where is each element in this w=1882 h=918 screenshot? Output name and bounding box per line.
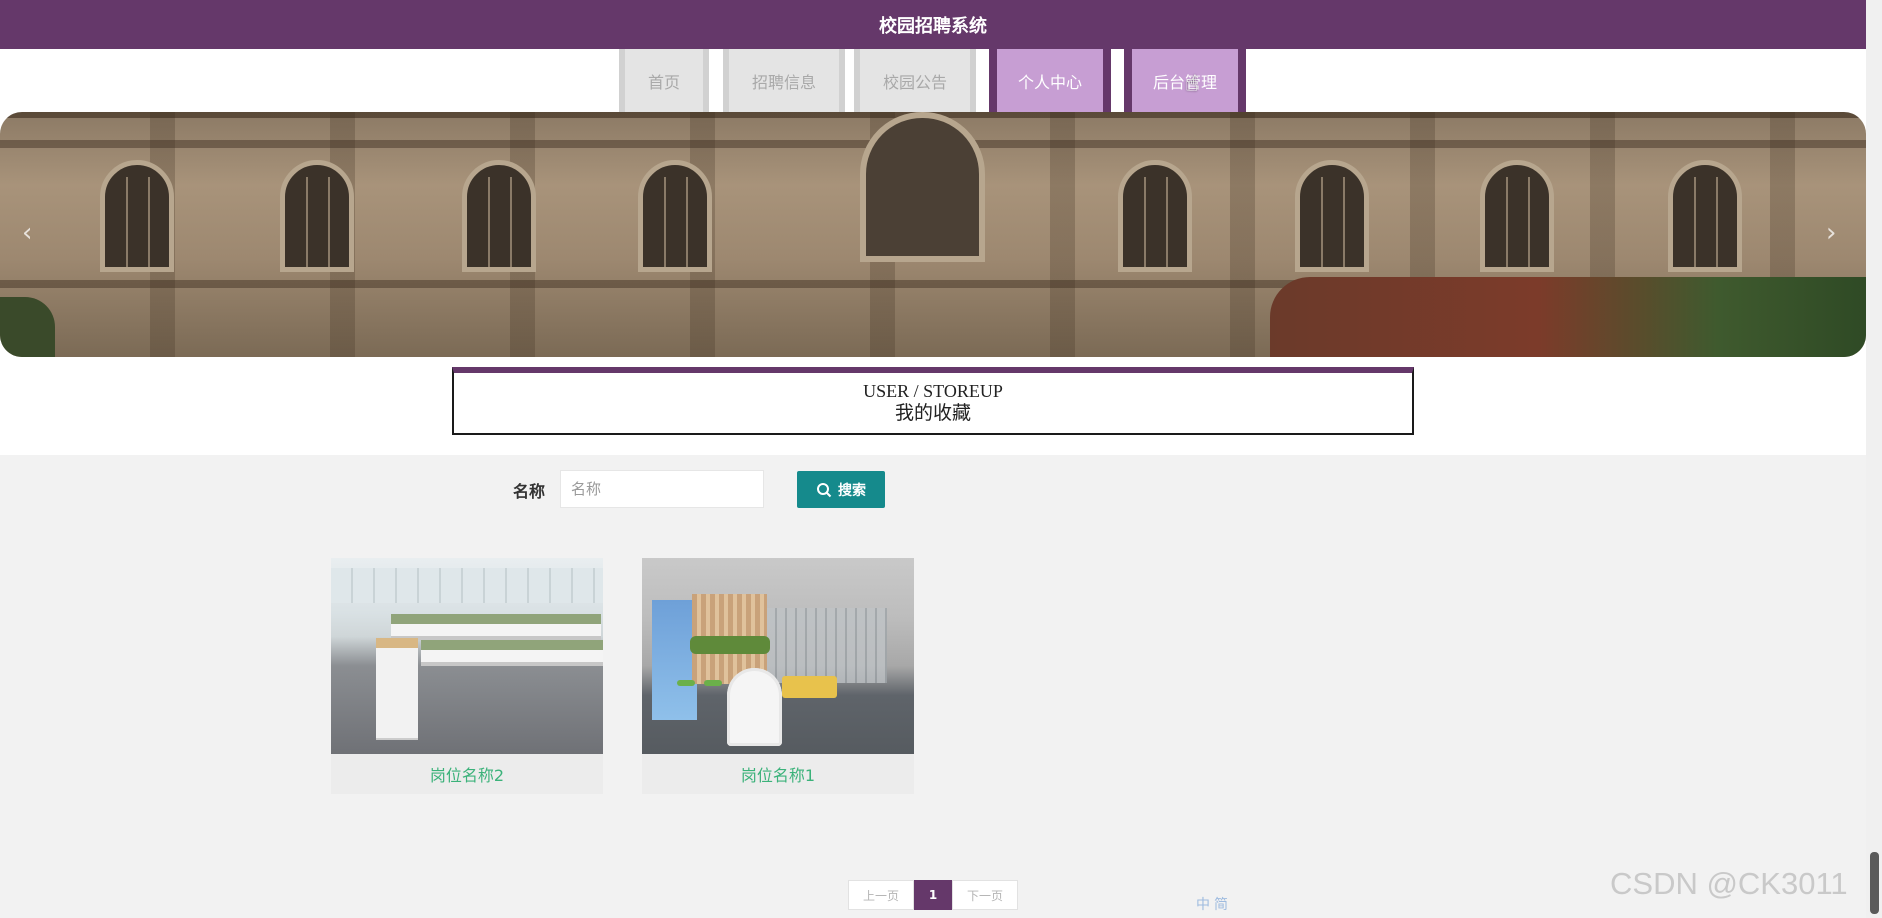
carousel-prev-icon[interactable]: ‹ [22,220,32,246]
nav-recruitment-info-label: 招聘信息 [751,72,816,92]
favorite-card[interactable]: 岗位名称1 [642,558,914,794]
carousel-next-icon[interactable]: › [1826,220,1836,246]
campus-banner-carousel[interactable]: ‹ › [0,112,1866,357]
search-button[interactable]: 搜索 [797,471,885,508]
ime-simplified-label[interactable]: 简 [1214,894,1228,914]
pagination: 上一页 1 下一页 [848,880,1018,910]
main-nav: 首页 招聘信息 校园公告 个人中心 后台管理 [0,49,1866,112]
banner-window [280,160,354,272]
job-title[interactable]: 岗位名称2 [331,754,603,794]
banner-window [100,160,174,272]
next-page-button[interactable]: 下一页 [952,880,1018,910]
banner-window [1118,160,1192,272]
image-decor [421,640,603,650]
page-title-box: USER / STOREUP 我的收藏 [452,367,1414,435]
image-decor [421,650,603,666]
image-decor [782,676,837,698]
banner-window [1480,160,1554,272]
nav-recruitment-info[interactable]: 招聘信息 [723,49,845,112]
nav-home[interactable]: 首页 [619,49,709,112]
prev-page-button[interactable]: 上一页 [848,880,914,910]
search-label: 名称 [513,482,546,501]
search-input[interactable] [560,470,764,508]
job-image [642,558,914,754]
banner-window [1295,160,1369,272]
image-decor [704,680,722,686]
search-button-label: 搜索 [838,482,866,499]
banner-window [462,160,536,272]
favorite-card[interactable]: 岗位名称2 [331,558,603,794]
image-decor [677,680,695,686]
job-image [331,558,603,754]
search-icon [817,482,832,497]
page-title-en: USER / STOREUP [863,381,1003,401]
banner-window [1668,160,1742,272]
page-number-current[interactable]: 1 [914,880,952,910]
image-decor [652,600,697,720]
image-decor [391,624,601,640]
banner-ivy [1270,277,1866,357]
watermark: CSDN @CK3011 [1610,866,1848,901]
job-title[interactable]: 岗位名称1 [642,754,914,794]
nav-personal-center[interactable]: 个人中心 [989,49,1111,112]
scrollbar-thumb[interactable] [1870,852,1879,914]
banner-center-window [860,112,985,262]
nav-campus-notice[interactable]: 校园公告 [854,49,976,112]
banner-ivy [0,297,55,357]
nav-admin[interactable]: 后台管理 [1124,49,1246,112]
ime-lang-label[interactable]: 中 [1196,894,1210,914]
image-decor [391,614,601,624]
app-title: 校园招聘系统 [879,15,987,37]
nav-campus-notice-label: 校园公告 [882,72,947,92]
image-decor [690,636,770,654]
image-decor [376,638,418,740]
nav-personal-center-label: 个人中心 [1017,72,1082,92]
ime-toolbar: 中 简 [1196,894,1228,914]
nav-home-label: 首页 [647,72,680,92]
app-header: 校园招聘系统 [0,0,1866,49]
image-decor [331,568,603,603]
image-decor [727,668,782,746]
image-decor [767,608,887,683]
vertical-scrollbar[interactable] [1866,0,1882,918]
page-title-cn: 我的收藏 [894,403,971,424]
nav-admin-label: 后台管理 [1152,72,1217,92]
banner-window [638,160,712,272]
